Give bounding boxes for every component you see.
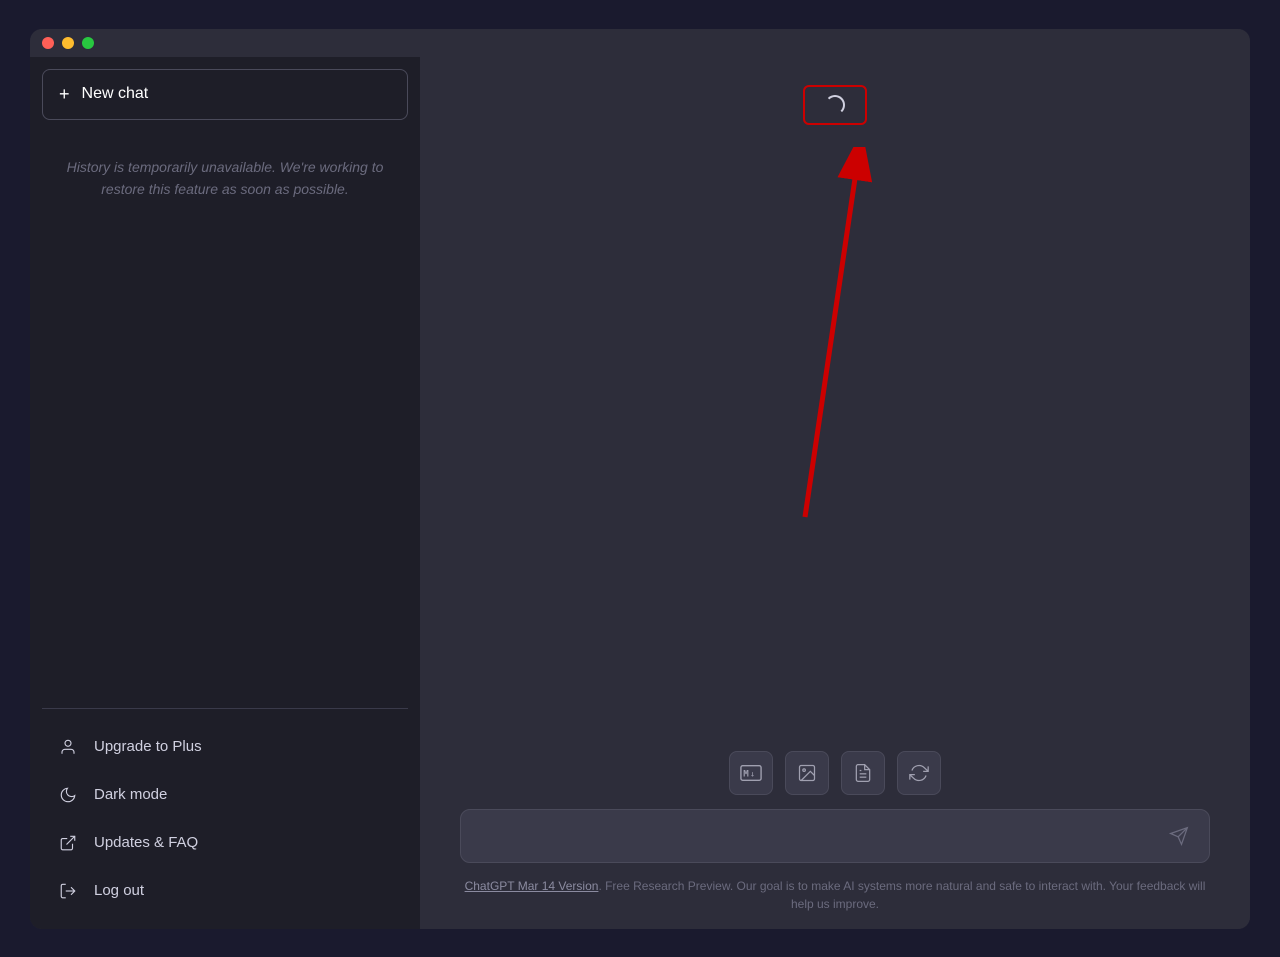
markdown-button[interactable]: M ↓ bbox=[729, 751, 773, 795]
plugin-button[interactable] bbox=[897, 751, 941, 795]
person-icon bbox=[58, 737, 78, 757]
loading-box bbox=[803, 85, 867, 125]
moon-icon bbox=[58, 785, 78, 805]
main-content: M ↓ bbox=[420, 57, 1250, 929]
chat-area bbox=[420, 57, 1250, 739]
logout-label: Log out bbox=[94, 882, 144, 899]
pdf-button[interactable] bbox=[841, 751, 885, 795]
footer-description: . Free Research Preview. Our goal is to … bbox=[598, 879, 1205, 911]
image-button[interactable] bbox=[785, 751, 829, 795]
new-chat-label: New chat bbox=[82, 85, 149, 103]
chat-input[interactable] bbox=[477, 827, 1165, 845]
loading-spinner bbox=[825, 95, 845, 115]
svg-text:M: M bbox=[743, 768, 749, 779]
sidebar: + New chat History is temporarily unavai… bbox=[30, 57, 420, 929]
bottom-area: M ↓ bbox=[420, 739, 1250, 929]
app-window: + New chat History is temporarily unavai… bbox=[30, 29, 1250, 929]
history-message: History is temporarily unavailable. We'r… bbox=[42, 136, 408, 221]
sidebar-divider bbox=[42, 708, 408, 709]
sidebar-item-faq[interactable]: Updates & FAQ bbox=[42, 821, 408, 865]
plus-icon: + bbox=[59, 84, 70, 105]
darkmode-label: Dark mode bbox=[94, 786, 167, 803]
minimize-button[interactable] bbox=[62, 37, 74, 49]
red-arrow-annotation bbox=[775, 147, 895, 527]
footer-text: ChatGPT Mar 14 Version. Free Research Pr… bbox=[460, 873, 1210, 921]
sidebar-item-logout[interactable]: Log out bbox=[42, 869, 408, 913]
logout-icon bbox=[58, 881, 78, 901]
app-body: + New chat History is temporarily unavai… bbox=[30, 57, 1250, 929]
faq-label: Updates & FAQ bbox=[94, 834, 198, 851]
footer-link[interactable]: ChatGPT Mar 14 Version bbox=[465, 879, 599, 893]
toolbar: M ↓ bbox=[460, 751, 1210, 795]
loading-indicator-container bbox=[803, 85, 867, 125]
external-link-icon bbox=[58, 833, 78, 853]
send-button[interactable] bbox=[1165, 822, 1193, 850]
sidebar-item-darkmode[interactable]: Dark mode bbox=[42, 773, 408, 817]
upgrade-label: Upgrade to Plus bbox=[94, 738, 202, 755]
maximize-button[interactable] bbox=[82, 37, 94, 49]
new-chat-button[interactable]: + New chat bbox=[42, 69, 408, 120]
title-bar bbox=[30, 29, 1250, 57]
close-button[interactable] bbox=[42, 37, 54, 49]
svg-text:↓: ↓ bbox=[750, 768, 755, 778]
input-area[interactable] bbox=[460, 809, 1210, 863]
sidebar-spacer bbox=[42, 220, 408, 699]
sidebar-item-upgrade[interactable]: Upgrade to Plus bbox=[42, 725, 408, 769]
